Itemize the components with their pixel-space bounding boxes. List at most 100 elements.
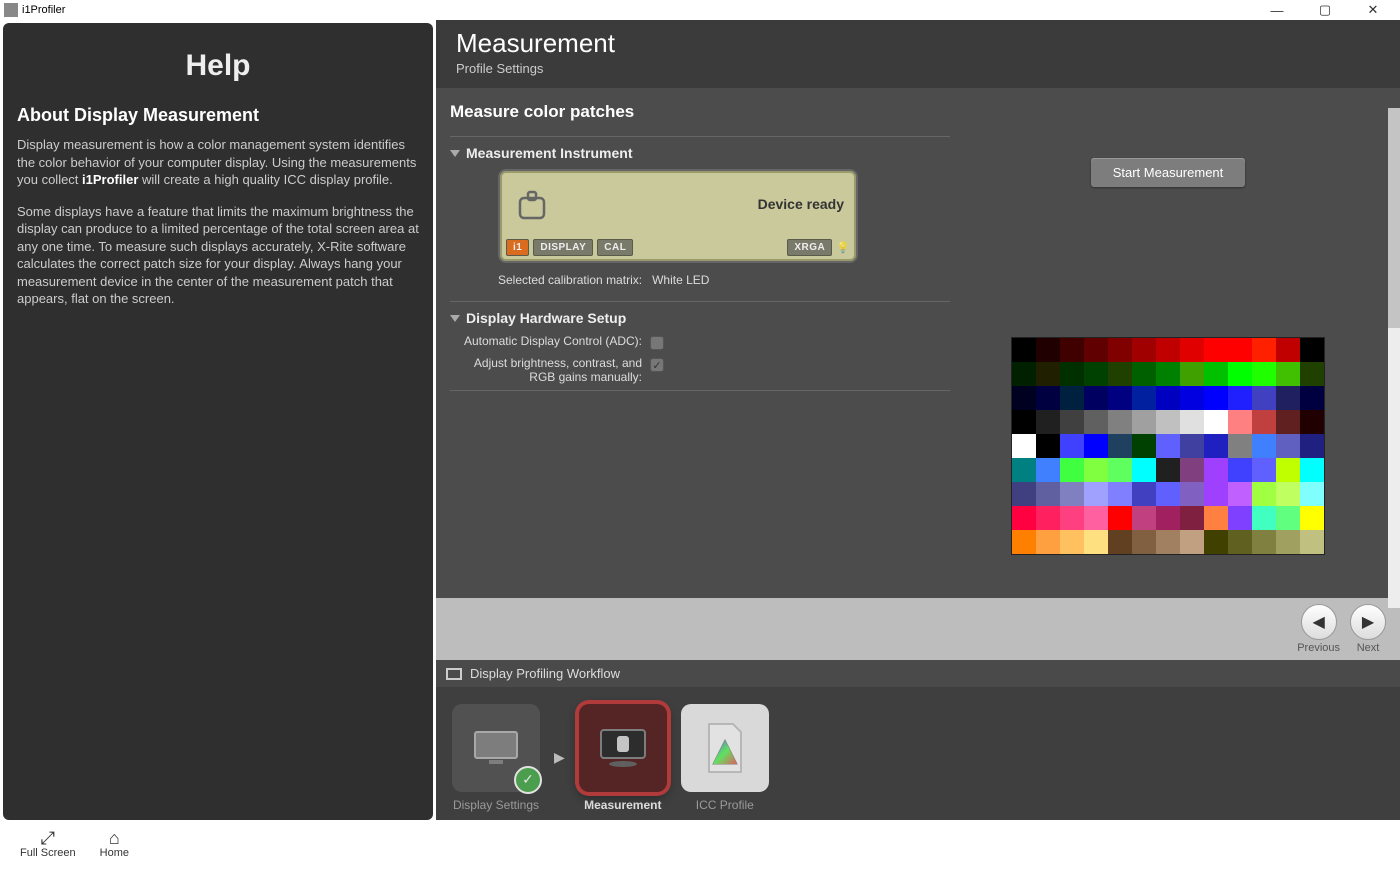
color-patch	[1084, 410, 1108, 434]
bottom-bar: ⤢ Full Screen ⌂ Home	[0, 820, 1400, 868]
color-patch	[1132, 362, 1156, 386]
previous-label: Previous	[1297, 642, 1340, 654]
color-patch	[1012, 386, 1036, 410]
main-subtitle: Profile Settings	[456, 61, 1380, 76]
scrollbar-vertical[interactable]: ▴	[1388, 108, 1400, 608]
color-patch	[1156, 530, 1180, 554]
color-patch	[1084, 458, 1108, 482]
color-patch	[1108, 482, 1132, 506]
color-patch	[1252, 482, 1276, 506]
color-patch	[1084, 482, 1108, 506]
help-heading: About Display Measurement	[17, 105, 419, 126]
color-patch	[1204, 530, 1228, 554]
color-patch	[1276, 482, 1300, 506]
color-patch	[1060, 362, 1084, 386]
color-patch	[1204, 434, 1228, 458]
adc-checkbox[interactable]	[650, 336, 664, 350]
color-patch	[1252, 458, 1276, 482]
hardware-header-label: Display Hardware Setup	[466, 310, 626, 326]
manual-adjust-checkbox[interactable]	[650, 358, 664, 372]
chevron-down-icon	[450, 315, 460, 322]
color-patch	[1252, 410, 1276, 434]
help-title: Help	[17, 49, 419, 83]
device-status-label: Device ready	[758, 196, 844, 212]
fullscreen-label: Full Screen	[20, 847, 76, 859]
previous-button[interactable]: ◀	[1301, 604, 1337, 640]
color-patch	[1060, 482, 1084, 506]
color-patch	[1180, 362, 1204, 386]
instrument-header-label: Measurement Instrument	[466, 145, 632, 161]
step-display-settings[interactable]: Display Settings	[452, 704, 540, 812]
minimize-button[interactable]: —	[1262, 1, 1292, 19]
color-patch	[1060, 386, 1084, 410]
badge-xrga: XRGA	[787, 239, 832, 256]
help-paragraph-1: Display measurement is how a color manag…	[17, 136, 419, 189]
color-patch	[1156, 434, 1180, 458]
color-patch	[1228, 482, 1252, 506]
color-patch	[1300, 362, 1324, 386]
color-patch	[1180, 458, 1204, 482]
hardware-section-toggle[interactable]: Display Hardware Setup	[450, 310, 950, 326]
preview-column: Start Measurement	[950, 102, 1386, 598]
color-patch	[1228, 458, 1252, 482]
color-patch	[1036, 530, 1060, 554]
color-patch	[1156, 482, 1180, 506]
color-patch	[1156, 338, 1180, 362]
badge-display: DISPLAY	[533, 239, 593, 256]
color-patch	[1156, 386, 1180, 410]
next-label: Next	[1357, 642, 1380, 654]
color-patch-grid	[1011, 337, 1325, 555]
color-patch	[1300, 506, 1324, 530]
fullscreen-icon: ⤢	[41, 829, 55, 847]
color-patch	[1204, 482, 1228, 506]
color-patch	[1180, 506, 1204, 530]
color-patch	[1012, 362, 1036, 386]
color-patch	[1036, 506, 1060, 530]
color-patch	[1132, 410, 1156, 434]
help-panel: Help About Display Measurement Display m…	[3, 23, 433, 820]
color-patch	[1228, 506, 1252, 530]
maximize-button[interactable]: ▢	[1310, 1, 1340, 19]
color-patch	[1108, 362, 1132, 386]
color-patch	[1300, 410, 1324, 434]
app-icon	[4, 3, 18, 17]
color-patch	[1252, 362, 1276, 386]
instrument-section-toggle[interactable]: Measurement Instrument	[450, 145, 950, 161]
close-button[interactable]: ✕	[1358, 1, 1388, 19]
window-title: i1Profiler	[22, 4, 65, 16]
color-patch	[1132, 338, 1156, 362]
home-button[interactable]: ⌂ Home	[100, 829, 129, 859]
step-icc-profile[interactable]: ICC Profile	[681, 704, 769, 812]
workflow-title: Display Profiling Workflow	[470, 666, 620, 681]
bulb-icon: 💡	[836, 241, 850, 254]
color-patch	[1228, 434, 1252, 458]
color-patch	[1012, 458, 1036, 482]
badge-cal: CAL	[597, 239, 633, 256]
color-patch	[1180, 434, 1204, 458]
next-button[interactable]: ▶	[1350, 604, 1386, 640]
step-measurement[interactable]: Measurement	[579, 704, 667, 812]
color-patch	[1060, 530, 1084, 554]
color-patch	[1276, 386, 1300, 410]
color-patch	[1276, 410, 1300, 434]
color-patch	[1036, 362, 1060, 386]
color-patch	[1252, 530, 1276, 554]
color-patch	[1084, 530, 1108, 554]
color-patch	[1300, 530, 1324, 554]
cal-matrix-value: White LED	[652, 273, 709, 287]
main-header: Measurement Profile Settings	[436, 20, 1400, 88]
color-patch	[1060, 434, 1084, 458]
workflow-bar: Display Profiling Workflow Display Setti…	[436, 660, 1400, 820]
color-patch	[1084, 506, 1108, 530]
color-patch	[1132, 386, 1156, 410]
main-panel: Measurement Profile Settings Measure col…	[436, 20, 1400, 820]
color-patch	[1012, 434, 1036, 458]
home-label: Home	[100, 847, 129, 859]
scrollbar-thumb[interactable]	[1388, 108, 1400, 328]
color-patch	[1012, 530, 1036, 554]
manual-adjust-label: Adjust brightness, contrast, and RGB gai…	[450, 356, 650, 384]
color-patch	[1108, 386, 1132, 410]
fullscreen-button[interactable]: ⤢ Full Screen	[20, 829, 76, 859]
start-measurement-button[interactable]: Start Measurement	[1091, 158, 1246, 187]
color-patch	[1012, 338, 1036, 362]
